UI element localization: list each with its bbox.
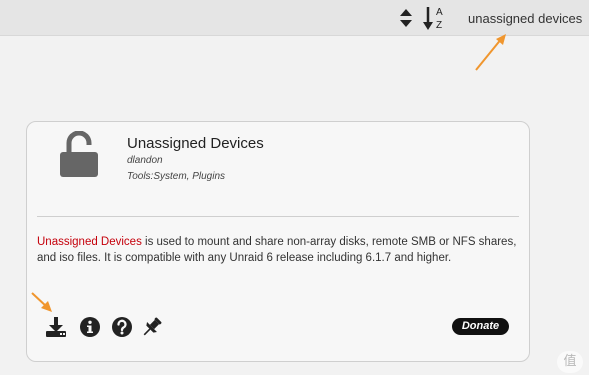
annotation-arrow-icon — [31, 292, 52, 312]
sort-az-letter-a: A — [436, 7, 443, 18]
divider — [37, 216, 519, 217]
plugin-card: Unassigned Devices dlandon Tools:System,… — [26, 121, 530, 362]
donate-button[interactable]: Donate — [452, 318, 509, 335]
question-icon[interactable] — [111, 316, 133, 338]
plugin-category: Tools:System, Plugins — [127, 171, 226, 182]
info-icon[interactable] — [79, 316, 101, 338]
plugin-title[interactable]: Unassigned Devices — [127, 135, 264, 152]
top-toolbar: A Z unassigned devices — [0, 0, 589, 36]
annotation-arrow-icon — [475, 34, 506, 71]
pin-icon[interactable] — [141, 316, 163, 338]
download-icon[interactable] — [45, 316, 67, 338]
sort-alpha-az-icon[interactable]: A Z — [423, 5, 447, 31]
plugin-description: Unassigned Devices is used to mount and … — [37, 234, 523, 266]
sort-az-letter-z: Z — [436, 20, 442, 31]
plugin-description-highlight: Unassigned Devices — [37, 236, 142, 248]
watermark-badge: 值 — [557, 351, 583, 373]
sort-up-down-icon[interactable] — [399, 8, 413, 28]
search-query-text[interactable]: unassigned devices — [468, 11, 582, 26]
unlock-icon — [60, 131, 98, 177]
plugin-author: dlandon — [127, 155, 163, 166]
